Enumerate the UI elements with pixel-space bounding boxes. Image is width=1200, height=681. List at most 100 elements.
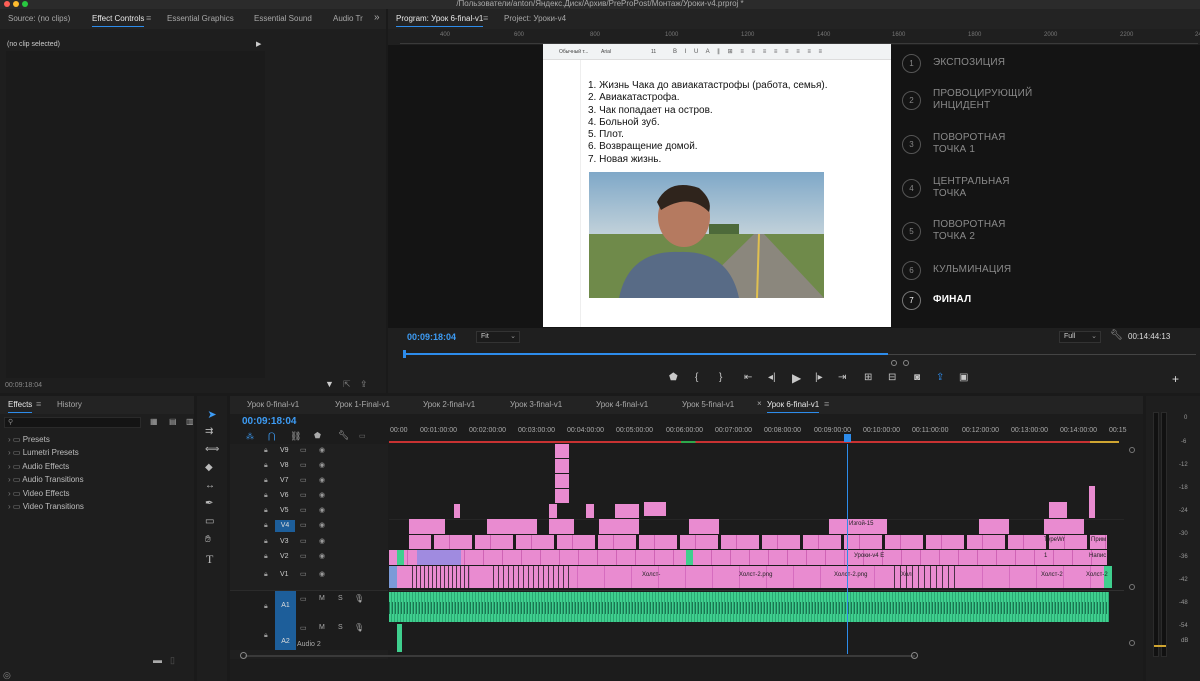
lock-icon[interactable]: 🔒︎ — [264, 553, 268, 561]
camera-icon[interactable]: ◙ — [914, 372, 920, 383]
v1-clip-strip-lightblue[interactable] — [389, 566, 397, 588]
v1-clip-dense[interactable] — [409, 566, 469, 588]
minimize-window-button[interactable] — [13, 1, 19, 7]
v4-clip[interactable] — [1044, 519, 1084, 534]
scroll-handle[interactable] — [1129, 447, 1135, 453]
tab-effects[interactable]: Effects — [8, 395, 33, 415]
tab-effect-controls[interactable]: Effect Controls — [92, 9, 145, 29]
v4-clip[interactable] — [979, 519, 1009, 534]
linked-selection-icon[interactable]: ⛓︎ — [290, 431, 301, 442]
captions-icon[interactable]: ▭ — [359, 432, 366, 440]
solo-button[interactable]: S — [338, 595, 343, 602]
tab-project[interactable]: Project: Уроки-v4 — [504, 9, 566, 29]
play-icon[interactable]: ▶ — [792, 371, 801, 385]
settings-wrench-icon[interactable]: 🔧︎ — [338, 430, 349, 441]
mute-button[interactable]: M — [319, 624, 325, 631]
eye-icon[interactable]: ◉ — [319, 506, 325, 514]
tab-sequence-4[interactable]: Урок 4-final-v1 — [596, 395, 648, 415]
lift-icon[interactable]: ⊞ — [864, 372, 872, 383]
mute-button[interactable]: M — [319, 595, 325, 602]
program-timecode[interactable]: 00:09:18:04 — [407, 332, 456, 342]
track-label[interactable]: V4 — [275, 520, 295, 532]
effects-folder-audio-transitions[interactable]: › ▭ Audio Transitions — [8, 473, 84, 486]
v5-clip[interactable] — [615, 504, 639, 518]
step-forward-icon[interactable]: |▸ — [815, 372, 823, 383]
effects-folder-audio-effects[interactable]: › ▭ Audio Effects — [8, 460, 69, 473]
32bit-icon[interactable]: ▤ — [169, 417, 177, 426]
yuv-icon[interactable]: ▥ — [186, 417, 194, 426]
quality-select[interactable]: Full ⌄ — [1059, 331, 1101, 343]
zoom-handle-left[interactable] — [891, 360, 897, 366]
effect-controls-timecode[interactable]: 00:09:18:04 — [5, 382, 42, 389]
scroll-handle[interactable] — [1129, 584, 1135, 590]
export-icon[interactable]: ⇪ — [360, 379, 368, 390]
sync-lock-icon[interactable]: ▭ — [300, 461, 307, 469]
a1-audio-clip[interactable] — [389, 592, 1109, 622]
play-only-audio-icon[interactable]: ⇱ — [343, 379, 351, 390]
lock-icon[interactable]: 🔒︎ — [264, 603, 268, 611]
mark-out-icon[interactable]: } — [719, 372, 722, 383]
extract-icon[interactable]: ⊟ — [888, 372, 896, 383]
solo-button[interactable]: S — [338, 624, 343, 631]
v5-clip[interactable] — [1089, 486, 1095, 518]
selection-tool-icon[interactable]: ➤ — [205, 408, 219, 422]
v1-clip-dense[interactable] — [489, 566, 569, 588]
nest-icon[interactable]: ⁂ — [246, 432, 254, 441]
effects-search-input[interactable]: ⚲ — [4, 417, 141, 428]
sync-lock-icon[interactable]: ▭ — [300, 521, 307, 529]
sync-lock-icon[interactable]: ▭ — [300, 552, 307, 560]
lock-icon[interactable]: 🔒︎ — [264, 492, 268, 500]
sync-lock-icon[interactable]: ▭ — [300, 537, 307, 545]
microphone-icon[interactable]: 🎙︎ — [354, 623, 364, 632]
sync-lock-icon[interactable]: ▭ — [300, 476, 307, 484]
trash-icon[interactable]: ▯ — [170, 655, 175, 666]
v4-clip[interactable] — [549, 519, 574, 534]
effects-folder-video-effects[interactable]: › ▭ Video Effects — [8, 487, 70, 500]
timeline-ruler[interactable]: 00:00 00:01:00:00 00:02:00:00 00:03:00:0… — [389, 418, 1127, 444]
scroll-handle[interactable] — [1129, 640, 1135, 646]
effects-folder-presets[interactable]: › ▭ Presets — [8, 433, 50, 446]
add-marker-icon[interactable]: ⬟ — [314, 431, 321, 440]
close-window-button[interactable] — [4, 1, 10, 7]
sync-lock-icon[interactable]: ▭ — [300, 570, 307, 578]
microphone-icon[interactable]: 🎙︎ — [354, 594, 364, 603]
effects-menu-icon[interactable]: ≡ — [36, 399, 41, 409]
timeline-timecode[interactable]: 00:09:18:04 — [242, 416, 296, 427]
tab-sequence-2[interactable]: Урок 2-final-v1 — [423, 395, 475, 415]
filter-icon[interactable]: ▼ — [325, 379, 334, 389]
tab-sequence-3[interactable]: Урок 3-final-v1 — [510, 395, 562, 415]
vertical-scrollbar[interactable] — [1128, 444, 1136, 654]
scrub-playhead[interactable] — [403, 350, 406, 358]
v3-clip-strip[interactable] — [409, 535, 1107, 549]
eye-icon[interactable]: ◉ — [319, 461, 325, 469]
lock-icon[interactable]: 🔒︎ — [264, 507, 268, 515]
scroll-handle-left[interactable] — [240, 652, 247, 659]
timeline-playhead-handle[interactable] — [844, 434, 851, 442]
eye-icon[interactable]: ◉ — [319, 521, 325, 529]
track-label[interactable]: A2 — [275, 620, 296, 650]
program-scrub-bar[interactable] — [403, 350, 1196, 358]
eye-icon[interactable]: ◉ — [319, 552, 325, 560]
effects-folder-lumetri[interactable]: › ▭ Lumetri Presets — [8, 446, 79, 459]
v5-clip[interactable] — [1049, 502, 1067, 518]
rectangle-tool-icon[interactable]: ▭ — [205, 516, 214, 527]
pen-tool-icon[interactable]: ✒ — [205, 498, 213, 509]
v4-clip[interactable] — [487, 519, 537, 534]
v4-clip[interactable] — [689, 519, 719, 534]
timeline-menu-icon[interactable]: ≡ — [824, 399, 829, 409]
tab-sequence-1[interactable]: Урок 1-Final-v1 — [335, 395, 390, 415]
zoom-handle-right[interactable] — [903, 360, 909, 366]
clip-area[interactable]: Холст- Холст-2.png Холст-2.png Хол Холст… — [389, 444, 1124, 654]
tab-sequence-0[interactable]: Урок 0-final-v1 — [247, 395, 299, 415]
fit-select[interactable]: Fit ⌄ — [476, 331, 520, 343]
track-label[interactable]: A1 — [275, 591, 296, 621]
add-button-icon[interactable]: + — [1172, 372, 1179, 386]
eye-icon[interactable]: ◉ — [319, 570, 325, 578]
tab-essential-graphics[interactable]: Essential Graphics — [167, 9, 234, 29]
zoom-scrollbar[interactable] — [403, 360, 1196, 366]
sync-lock-icon[interactable]: ▭ — [300, 624, 307, 632]
go-to-out-icon[interactable]: ⇥ — [838, 372, 846, 383]
export-frame-icon[interactable]: ⇪ — [936, 372, 944, 383]
tab-program[interactable]: Program: Урок 6-final-v1 — [396, 9, 484, 29]
a2-audio-clip[interactable] — [397, 624, 402, 652]
